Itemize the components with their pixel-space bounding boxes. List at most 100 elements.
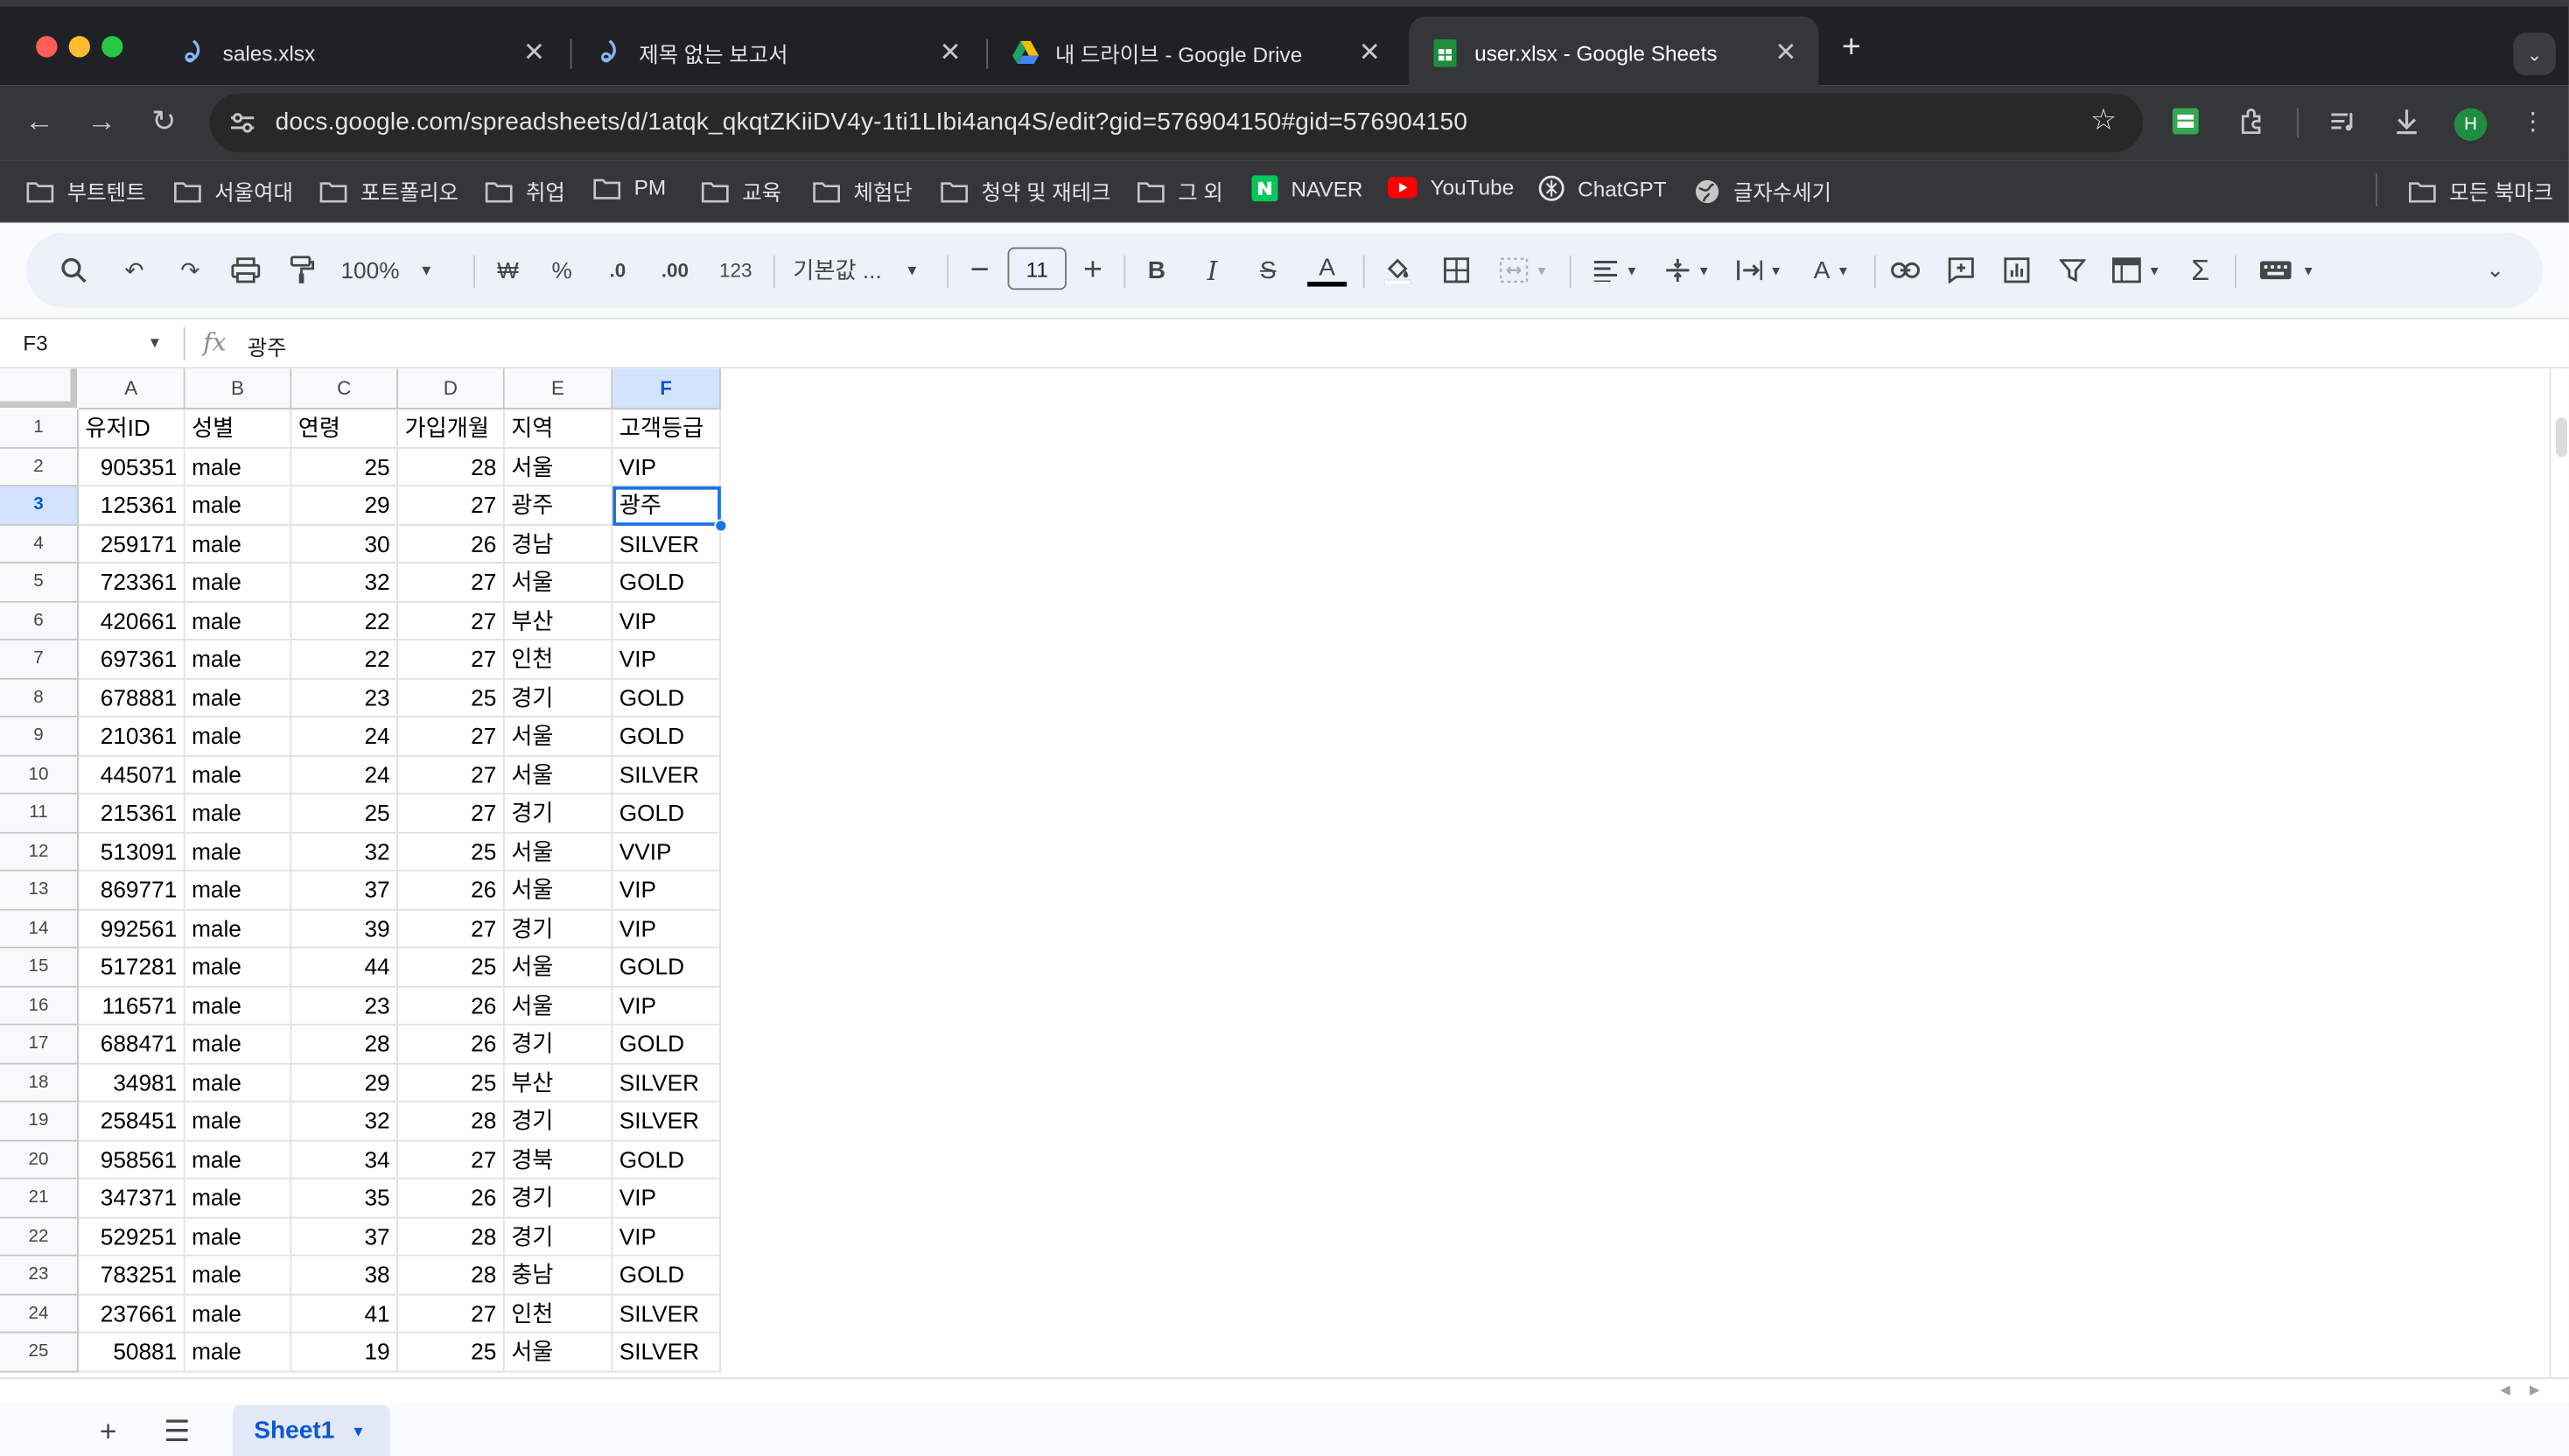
table-cell[interactable]: 경기 [504, 1102, 613, 1141]
profile-avatar[interactable]: H [2454, 108, 2488, 141]
row-header[interactable]: 14 [0, 909, 79, 948]
formula-input[interactable]: 광주 [248, 331, 287, 362]
table-cell[interactable]: 38 [291, 1256, 398, 1295]
table-cell[interactable]: 783251 [78, 1256, 186, 1295]
table-cell[interactable]: male [185, 447, 292, 486]
table-cell[interactable]: male [185, 486, 292, 525]
table-cell[interactable]: 41 [291, 1294, 398, 1334]
sheets-extension-icon[interactable] [2169, 105, 2202, 137]
close-tab-icon[interactable]: ✕ [1773, 36, 1799, 68]
table-cell[interactable]: 259171 [78, 524, 186, 564]
header-cell[interactable]: 지역 [504, 409, 613, 448]
table-cell[interactable]: 25 [397, 1063, 505, 1102]
bookmark-item[interactable]: NAVER [1251, 175, 1363, 202]
row-header[interactable]: 2 [0, 447, 79, 486]
forward-button[interactable]: → [83, 105, 119, 139]
all-sheets-icon[interactable]: ☰ [160, 1415, 192, 1449]
table-cell[interactable]: 445071 [78, 755, 186, 794]
bookmark-item[interactable]: ChatGPT [1538, 175, 1667, 201]
header-cell[interactable]: 성별 [185, 409, 292, 448]
header-cell[interactable]: 연령 [291, 409, 398, 448]
sheet-tab[interactable]: Sheet1 ▼ [232, 1405, 390, 1456]
table-cell[interactable]: 210361 [78, 717, 186, 756]
table-cell[interactable]: VIP [612, 909, 721, 948]
table-cell[interactable]: GOLD [612, 717, 721, 756]
table-cell[interactable]: 28 [397, 1217, 505, 1256]
table-cell[interactable]: 258451 [78, 1102, 186, 1141]
table-cell[interactable]: GOLD [612, 1140, 721, 1180]
browser-tab-user-sheet[interactable]: user.xlsx - Google Sheets ✕ [1409, 16, 1819, 89]
row-header[interactable]: 8 [0, 678, 79, 718]
input-tools-icon[interactable]: ▼ [2254, 252, 2320, 288]
table-cell[interactable]: male [185, 1217, 292, 1256]
table-cell[interactable]: 37 [291, 1217, 398, 1256]
table-cell[interactable]: 경기 [504, 794, 613, 833]
table-cell[interactable]: SILVER [612, 524, 721, 564]
table-cell[interactable]: male [185, 640, 292, 679]
table-cell[interactable]: SILVER [612, 1294, 721, 1334]
row-header[interactable]: 5 [0, 563, 79, 602]
table-cell[interactable]: GOLD [612, 948, 721, 987]
close-tab-icon[interactable]: ✕ [521, 36, 547, 68]
row-header[interactable]: 21 [0, 1179, 79, 1218]
table-cell[interactable]: 28 [397, 1256, 505, 1295]
column-header-d[interactable]: D [397, 368, 505, 410]
table-cell[interactable]: 27 [397, 1294, 505, 1334]
table-cell[interactable]: 서울 [504, 871, 613, 910]
row-header[interactable]: 20 [0, 1140, 79, 1180]
collapse-toolbar-icon[interactable]: ⌄ [2477, 252, 2513, 288]
table-cell[interactable]: 697361 [78, 640, 186, 679]
table-cell[interactable]: male [185, 1102, 292, 1141]
table-cell[interactable]: 420661 [78, 601, 186, 640]
browser-tab-report[interactable]: 제목 없는 보고서 ✕ [573, 17, 983, 88]
table-cell[interactable]: 992561 [78, 909, 186, 948]
table-cell[interactable]: 경기 [504, 1179, 613, 1218]
table-cell[interactable]: male [185, 909, 292, 948]
chevron-down-icon[interactable]: ▼ [351, 1423, 366, 1439]
table-cell[interactable]: 32 [291, 832, 398, 872]
table-cell[interactable]: 44 [291, 948, 398, 987]
table-cell[interactable]: 인천 [504, 640, 613, 679]
table-cell[interactable]: 27 [397, 601, 505, 640]
table-cell[interactable]: 서울 [504, 948, 613, 987]
table-cell[interactable]: 869771 [78, 871, 186, 910]
row-header[interactable]: 4 [0, 524, 79, 564]
row-header[interactable]: 11 [0, 794, 79, 833]
table-cell[interactable]: 32 [291, 563, 398, 602]
table-cell[interactable]: 19 [291, 1333, 398, 1372]
text-wrapping-icon[interactable]: ▼ [1730, 252, 1788, 288]
currency-format-button[interactable]: ₩ [490, 252, 526, 288]
table-cell[interactable]: 529251 [78, 1217, 186, 1256]
table-cell[interactable]: 28 [397, 1102, 505, 1141]
table-cell[interactable]: 24 [291, 755, 398, 794]
table-cell[interactable]: male [185, 755, 292, 794]
table-cell[interactable]: 서울 [504, 1333, 613, 1372]
table-cell[interactable]: male [185, 1333, 292, 1372]
back-button[interactable]: ← [21, 105, 57, 139]
table-cell[interactable]: 25 [397, 948, 505, 987]
table-cell[interactable]: VIP [612, 1179, 721, 1218]
bookmark-item[interactable]: 글자수세기 [1694, 175, 1831, 206]
table-cell[interactable]: male [185, 678, 292, 718]
close-window-button[interactable] [36, 36, 58, 58]
row-header[interactable]: 13 [0, 871, 79, 910]
decrease-decimal-button[interactable]: .0 [599, 252, 635, 288]
table-cell[interactable]: 29 [291, 1063, 398, 1102]
site-settings-icon[interactable] [226, 107, 258, 139]
column-header-c[interactable]: C [291, 368, 398, 410]
filter-icon[interactable] [2054, 252, 2090, 288]
scroll-right-icon[interactable]: ▶ [2530, 1382, 2540, 1397]
table-cell[interactable]: VVIP [612, 832, 721, 872]
header-cell[interactable]: 유저ID [78, 409, 186, 448]
fill-handle[interactable] [714, 518, 728, 532]
table-cell[interactable]: 116571 [78, 986, 186, 1026]
table-cell[interactable]: 25 [291, 447, 398, 486]
row-header[interactable]: 1 [0, 409, 79, 448]
table-cell[interactable]: VIP [612, 871, 721, 910]
table-cell[interactable]: 충남 [504, 1256, 613, 1295]
increase-font-size-button[interactable]: + [1076, 251, 1109, 288]
row-header[interactable]: 7 [0, 640, 79, 679]
row-header[interactable]: 23 [0, 1256, 79, 1295]
table-cell[interactable]: 37 [291, 871, 398, 910]
increase-decimal-button[interactable]: .00 [654, 252, 696, 288]
